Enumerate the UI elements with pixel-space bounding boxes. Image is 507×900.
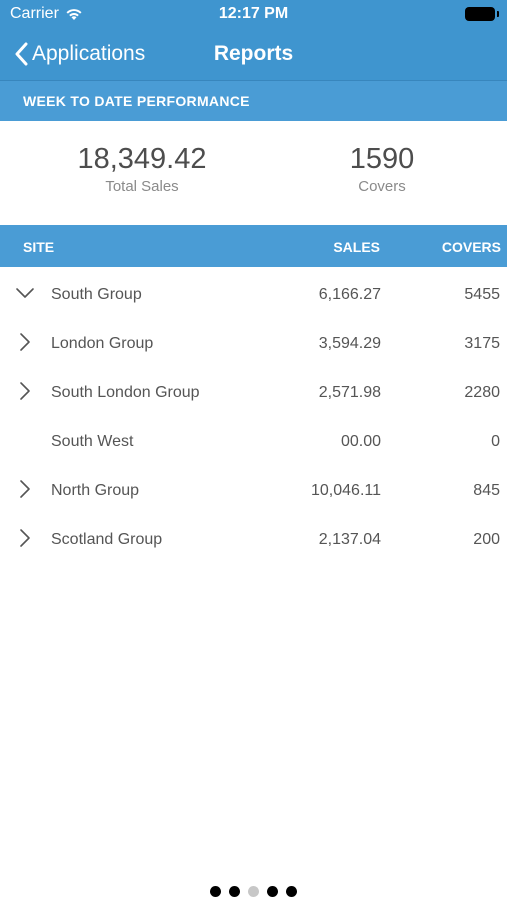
- chevron-right-icon[interactable]: [15, 528, 35, 548]
- section-title: WEEK TO DATE PERFORMANCE: [23, 93, 250, 109]
- covers-metric: 1590 Covers: [302, 143, 462, 195]
- page-dot[interactable]: [267, 886, 278, 897]
- summary-panel: 18,349.42 Total Sales 1590 Covers: [0, 121, 507, 225]
- page-dot[interactable]: [210, 886, 221, 897]
- battery-icon: [465, 7, 499, 21]
- table-row[interactable]: South West 00.00 0: [0, 417, 507, 466]
- covers-value: 845: [473, 482, 500, 499]
- table-row[interactable]: London Group 3,594.29 3175: [0, 319, 507, 368]
- site-name: North Group: [51, 482, 140, 499]
- covers-label: Covers: [358, 178, 406, 195]
- table-row[interactable]: North Group 10,046.11 845: [0, 466, 507, 515]
- column-header-site[interactable]: SITE: [23, 239, 54, 255]
- page-dot[interactable]: [229, 886, 240, 897]
- app-header: Carrier 12:17 PM Applications Reports: [0, 0, 507, 80]
- page-dot[interactable]: [286, 886, 297, 897]
- table-header: SITE SALES COVERS: [0, 225, 507, 267]
- chevron-right-icon[interactable]: [15, 381, 35, 401]
- navigation-bar: Applications Reports: [0, 30, 507, 78]
- site-name: South West: [51, 433, 134, 450]
- covers-value: 1590: [349, 143, 415, 175]
- total-sales-metric: 18,349.42 Total Sales: [42, 143, 242, 195]
- back-button-label: Applications: [32, 42, 146, 65]
- sales-value: 00.00: [340, 433, 381, 450]
- sales-value: 10,046.11: [311, 482, 381, 499]
- total-sales-label: Total Sales: [105, 178, 179, 195]
- page-dot[interactable]: [248, 886, 259, 897]
- site-name: South London Group: [51, 384, 200, 401]
- site-name: London Group: [51, 335, 154, 352]
- status-bar: Carrier 12:17 PM: [0, 0, 507, 30]
- covers-value: 200: [473, 531, 500, 548]
- total-sales-value: 18,349.42: [77, 143, 207, 175]
- sales-value: 2,571.98: [318, 384, 381, 401]
- chevron-right-icon[interactable]: [15, 332, 35, 352]
- site-name: South Group: [51, 286, 142, 303]
- column-header-covers[interactable]: COVERS: [442, 239, 501, 255]
- sites-table: South Group 6,166.27 5455 London Group 3,594…: [0, 270, 507, 564]
- sales-value: 6,166.27: [318, 286, 381, 303]
- chevron-left-icon: [15, 42, 28, 66]
- table-row[interactable]: South Group 6,166.27 5455: [0, 270, 507, 319]
- page-indicator: [0, 886, 507, 900]
- back-button[interactable]: Applications: [14, 38, 145, 70]
- covers-value: 3175: [464, 335, 500, 352]
- covers-value: 5455: [464, 286, 500, 303]
- status-time: 12:17 PM: [218, 5, 289, 22]
- chevron-down-icon[interactable]: [15, 283, 35, 303]
- covers-value: 2280: [464, 384, 500, 401]
- column-header-sales[interactable]: SALES: [333, 239, 380, 255]
- sales-value: 2,137.04: [318, 531, 381, 548]
- section-banner: WEEK TO DATE PERFORMANCE: [0, 80, 507, 121]
- table-row[interactable]: South London Group 2,571.98 2280: [0, 368, 507, 417]
- sales-value: 3,594.29: [318, 335, 381, 352]
- chevron-right-icon[interactable]: [15, 479, 35, 499]
- covers-value: 0: [491, 433, 500, 450]
- site-name: Scotland Group: [51, 531, 163, 548]
- table-row[interactable]: Scotland Group 2,137.04 200: [0, 515, 507, 564]
